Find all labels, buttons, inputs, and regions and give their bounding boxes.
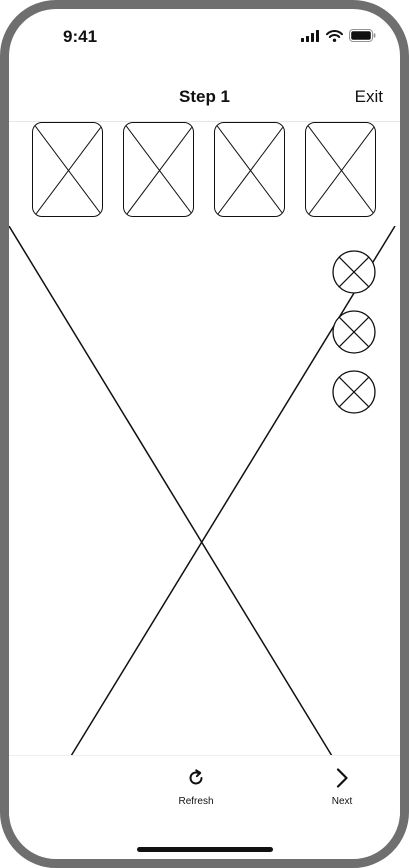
page-title: Step 1 bbox=[178, 87, 231, 106]
close-circle-icon bbox=[332, 310, 376, 354]
image-placeholder-icon bbox=[215, 123, 284, 216]
chevron-right-icon bbox=[336, 768, 348, 788]
side-button-3[interactable] bbox=[332, 370, 376, 414]
main-image-placeholder-icon bbox=[9, 225, 396, 757]
home-indicator bbox=[137, 847, 273, 852]
status-icons bbox=[301, 29, 376, 42]
navigation-bar: Step 1 Exit bbox=[9, 69, 400, 122]
close-circle-icon bbox=[332, 250, 376, 294]
image-placeholder-icon bbox=[33, 123, 102, 216]
cellular-signal-icon bbox=[301, 29, 319, 42]
main-image-placeholder bbox=[9, 225, 400, 757]
side-button-1[interactable] bbox=[332, 250, 376, 294]
side-button-2[interactable] bbox=[332, 310, 376, 354]
close-circle-icon bbox=[332, 370, 376, 414]
refresh-label: Refresh bbox=[178, 796, 214, 807]
image-placeholder-icon bbox=[306, 123, 375, 216]
thumbnail-2[interactable] bbox=[123, 122, 194, 217]
next-button[interactable]: Next bbox=[312, 768, 372, 807]
thumbnail-4[interactable] bbox=[305, 122, 376, 217]
status-time: 9:41 bbox=[63, 27, 98, 46]
image-placeholder-icon bbox=[124, 123, 193, 216]
phone-frame: 9:41 Step 1 Exit Refresh Next bbox=[0, 0, 409, 868]
thumbnail-1[interactable] bbox=[32, 122, 103, 217]
refresh-icon bbox=[189, 769, 203, 785]
battery-icon bbox=[349, 29, 376, 42]
next-label: Next bbox=[331, 796, 353, 807]
refresh-button[interactable]: Refresh bbox=[166, 768, 226, 807]
exit-button[interactable]: Exit bbox=[355, 87, 383, 107]
status-bar: 9:41 bbox=[9, 9, 400, 69]
bottom-toolbar: Refresh Next bbox=[9, 755, 400, 816]
thumbnail-3[interactable] bbox=[214, 122, 285, 217]
wifi-icon bbox=[326, 29, 343, 42]
